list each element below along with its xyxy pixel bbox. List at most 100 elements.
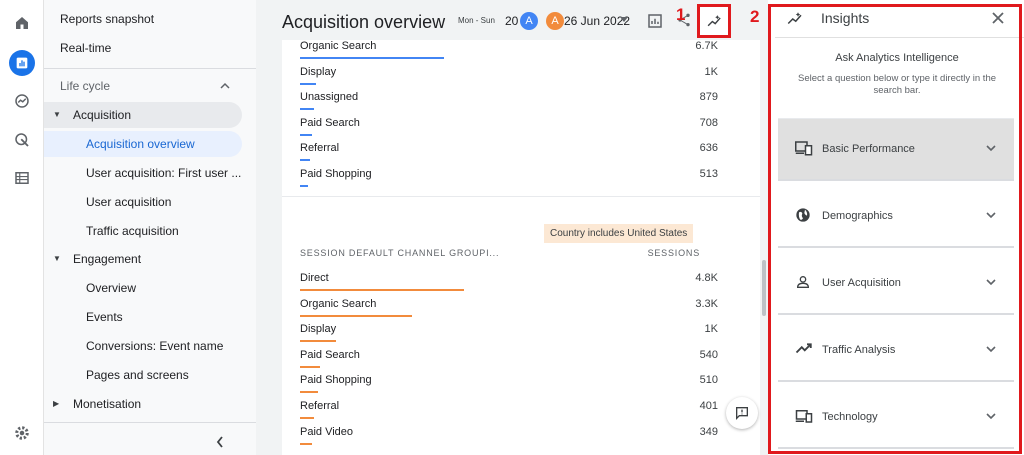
row-label: Paid Search	[300, 116, 360, 129]
table-header-dimension[interactable]: SESSION DEFAULT CHANNEL GROUPI...	[300, 248, 499, 258]
table-row[interactable]: Unassigned 879	[300, 91, 718, 103]
dropdown-caret-icon[interactable]	[620, 17, 628, 23]
annotation-number-2: 2	[750, 7, 760, 26]
page-header: Acquisition overview Mon - Sun 20 A A 26…	[256, 0, 768, 40]
insights-title: Insights	[821, 10, 870, 26]
row-label: Paid Shopping	[300, 374, 372, 387]
row-label: Paid Search	[300, 348, 360, 361]
avatar[interactable]: A	[546, 12, 564, 30]
advertising-icon[interactable]	[9, 127, 35, 153]
category-label: Basic Performance	[822, 143, 915, 155]
row-bar	[300, 57, 444, 59]
row-value: 1K	[704, 65, 718, 78]
trending-icon	[795, 341, 813, 360]
nav-acquisition-overview-label: Acquisition overview	[86, 137, 195, 151]
nav-reports-snapshot[interactable]: Reports snapshot	[60, 6, 154, 32]
row-label: Organic Search	[300, 297, 377, 310]
home-icon[interactable]	[9, 10, 35, 36]
row-bar	[300, 108, 314, 111]
insights-sparkle-icon	[787, 12, 802, 25]
insights-subtext: Select a question below or type it direc…	[797, 73, 997, 96]
nav-engagement[interactable]: ▼ Engagement	[44, 246, 242, 272]
nav-traffic-acquisition[interactable]: Traffic acquisition	[86, 218, 179, 244]
question-category-technology[interactable]: Technology	[778, 387, 1014, 449]
table-row[interactable]: Direct 4.8K	[300, 272, 718, 284]
explore-icon[interactable]	[9, 88, 35, 114]
table-header-sessions[interactable]: SESSIONS	[646, 248, 700, 258]
globe-icon	[795, 207, 811, 228]
page-title: Acquisition overview	[282, 12, 446, 32]
table-row[interactable]: Paid Search 540	[300, 348, 718, 361]
table-row[interactable]: Paid Shopping 513	[300, 168, 718, 180]
nav-realtime[interactable]: Real-time	[60, 35, 111, 61]
feedback-icon	[736, 407, 748, 420]
row-bar	[300, 289, 464, 291]
row-value: 540	[699, 348, 718, 361]
question-category-traffic-analysis[interactable]: Traffic Analysis	[778, 320, 1014, 382]
reports-icon[interactable]	[9, 50, 35, 76]
annotation-number-1: 1	[676, 5, 686, 24]
feedback-button[interactable]	[726, 397, 758, 429]
table-row[interactable]: Paid Search 708	[300, 116, 718, 129]
row-value: 708	[699, 116, 718, 129]
table-row[interactable]: Paid Video 349	[300, 426, 718, 438]
table-row[interactable]: Paid Shopping 510	[300, 374, 718, 387]
row-bar	[300, 82, 316, 85]
row-bar	[300, 365, 320, 368]
chevron-down-icon[interactable]	[986, 411, 996, 421]
report-navigation: Reports snapshot Real-time Life cycle ▼ …	[44, 0, 256, 455]
row-label: Paid Shopping	[300, 168, 372, 180]
table-row[interactable]: Display 1K	[300, 66, 718, 78]
scrollbar-thumb[interactable]	[762, 260, 766, 316]
divider	[44, 68, 256, 69]
table-row[interactable]: Organic Search 6.7K	[300, 40, 718, 52]
nav-events[interactable]: Events	[86, 304, 123, 330]
close-icon[interactable]	[991, 11, 1005, 25]
avatar[interactable]: A	[520, 12, 538, 30]
person-icon	[795, 274, 811, 295]
insights-sparkle-icon	[707, 15, 721, 27]
nav-engagement-label: Engagement	[73, 252, 142, 266]
table-row[interactable]: Referral 401	[300, 400, 718, 412]
caret-down-icon: ▼	[53, 110, 61, 119]
nav-acquisition-label: Acquisition	[73, 108, 132, 122]
row-bar	[300, 340, 336, 343]
date-range-start[interactable]: 20	[505, 14, 518, 28]
nav-conversions[interactable]: Conversions: Event name	[86, 333, 223, 359]
insights-heading: Ask Analytics Intelligence	[835, 52, 959, 64]
row-value: 510	[699, 374, 718, 387]
question-category-demographics[interactable]: Demographics	[778, 186, 1014, 248]
question-category-user-acquisition[interactable]: User Acquisition	[778, 253, 1014, 315]
nav-acquisition-overview[interactable]: Acquisition overview	[44, 131, 242, 157]
table-row[interactable]: Organic Search 3.3K	[300, 297, 718, 310]
chevron-up-icon[interactable]	[220, 82, 230, 90]
list-icon[interactable]	[9, 165, 35, 191]
nav-pages-screens[interactable]: Pages and screens	[86, 362, 189, 388]
row-label: Referral	[300, 400, 340, 412]
chevron-down-icon[interactable]	[986, 210, 996, 220]
nav-overview[interactable]: Overview	[86, 275, 136, 301]
divider	[775, 37, 1024, 38]
date-range-label[interactable]: Mon - Sun	[458, 16, 495, 25]
customize-report-icon[interactable]	[646, 12, 664, 30]
nav-monetisation[interactable]: ▶ Monetisation	[44, 391, 242, 417]
row-value: 6.7K	[695, 40, 718, 52]
nav-user-acquisition-first[interactable]: User acquisition: First user ...	[86, 160, 241, 186]
chevron-down-icon[interactable]	[986, 344, 996, 354]
question-category-basic-performance[interactable]: Basic Performance	[778, 119, 1014, 181]
nav-acquisition[interactable]: ▼ Acquisition	[44, 102, 242, 128]
settings-icon[interactable]	[9, 420, 35, 446]
row-label: Referral	[300, 142, 340, 155]
chevron-down-icon[interactable]	[986, 277, 996, 287]
collapse-chevron-icon[interactable]	[216, 436, 224, 448]
row-label: Organic Search	[300, 40, 377, 52]
icon-rail	[0, 0, 44, 455]
insights-button[interactable]	[697, 4, 731, 38]
table-row[interactable]: Display 1K	[300, 323, 718, 335]
table-row[interactable]: Referral 636	[300, 142, 718, 155]
row-value: 401	[699, 400, 718, 412]
chevron-down-icon[interactable]	[986, 143, 996, 153]
nav-section-lifecycle[interactable]: Life cycle	[60, 73, 110, 99]
nav-user-acquisition[interactable]: User acquisition	[86, 189, 171, 215]
row-value: 4.8K	[695, 272, 718, 284]
